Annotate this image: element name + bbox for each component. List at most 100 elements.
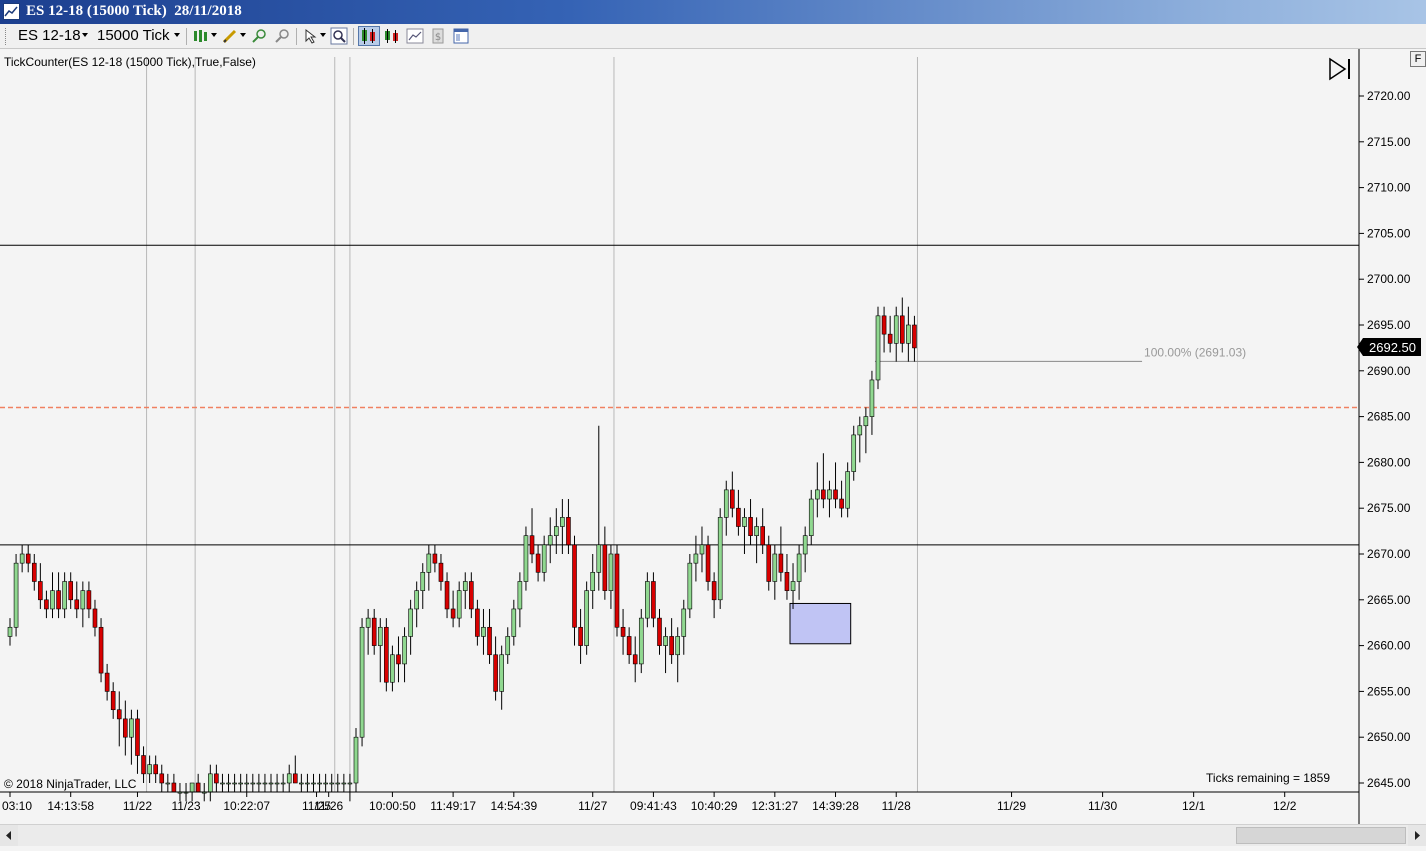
scroll-right-button[interactable] bbox=[1408, 825, 1426, 846]
time-tick-label: 12/1 bbox=[1182, 799, 1206, 813]
candle-body bbox=[38, 581, 43, 601]
line-chart-icon[interactable] bbox=[406, 27, 424, 45]
price-tick-label: 2685.00 bbox=[1367, 410, 1411, 424]
candle-body bbox=[92, 608, 98, 628]
price-tick-label: 2710.00 bbox=[1367, 181, 1411, 195]
candle-body bbox=[110, 691, 116, 711]
candle-body bbox=[432, 553, 438, 564]
candle-body bbox=[311, 782, 316, 785]
price-tick-label: 2675.00 bbox=[1367, 501, 1411, 515]
time-tick-label: 11/29 bbox=[997, 799, 1026, 813]
data-box-icon[interactable]: $ bbox=[429, 27, 447, 45]
candle-body bbox=[292, 773, 298, 784]
candle-body bbox=[717, 517, 723, 601]
candle-body bbox=[863, 416, 869, 427]
candle-body bbox=[13, 562, 19, 628]
interval-selector[interactable]: 15000 Tick bbox=[97, 27, 170, 44]
time-tick-label: 11/23 bbox=[171, 799, 200, 813]
candle-body bbox=[426, 553, 432, 573]
chevron-down-icon[interactable] bbox=[211, 33, 217, 37]
candle-body bbox=[214, 773, 219, 784]
candle-body bbox=[25, 553, 31, 564]
last-price-label: 2692.50 bbox=[1369, 340, 1416, 355]
time-tick-label: 14:54:39 bbox=[490, 799, 537, 813]
properties-icon[interactable] bbox=[452, 27, 470, 45]
candle-body bbox=[165, 782, 171, 785]
candle-body bbox=[632, 654, 638, 665]
panel-toggle-button[interactable]: F bbox=[1410, 51, 1426, 67]
toolbar-grip[interactable] bbox=[5, 28, 9, 45]
search-icon[interactable] bbox=[330, 27, 348, 45]
candle-body bbox=[620, 626, 626, 637]
candle-body bbox=[262, 782, 268, 785]
zoom-out-icon[interactable] bbox=[273, 27, 291, 45]
toolbar-separator bbox=[186, 28, 187, 45]
candle-body bbox=[505, 636, 511, 656]
candle-body bbox=[195, 782, 201, 793]
candle-body bbox=[553, 526, 559, 536]
candle-body bbox=[560, 517, 565, 527]
candle-body bbox=[323, 782, 328, 785]
candlestick-icon[interactable] bbox=[383, 27, 401, 45]
candle-body bbox=[396, 654, 401, 665]
rectangle-drawing[interactable] bbox=[789, 602, 852, 645]
scrollbar-thumb[interactable] bbox=[1236, 827, 1406, 844]
candle-body bbox=[286, 773, 292, 784]
candle-body bbox=[44, 599, 49, 610]
candle-body bbox=[893, 315, 899, 344]
candle-body bbox=[159, 773, 165, 784]
scroll-left-button[interactable] bbox=[0, 825, 18, 846]
chevron-down-icon[interactable] bbox=[82, 33, 88, 37]
bars-type-icon[interactable] bbox=[192, 27, 210, 45]
candle-body bbox=[541, 544, 547, 573]
price-tick-label: 2665.00 bbox=[1367, 593, 1411, 607]
candle-body bbox=[438, 562, 444, 582]
highlight-rectangle[interactable] bbox=[789, 602, 852, 645]
chevron-down-icon[interactable] bbox=[174, 33, 180, 37]
price-tick-label: 2690.00 bbox=[1367, 364, 1411, 378]
price-tick-label: 2655.00 bbox=[1367, 684, 1411, 698]
candle-body bbox=[535, 553, 541, 573]
candle-body bbox=[74, 599, 80, 610]
zoom-in-icon[interactable] bbox=[250, 27, 268, 45]
horizontal-scrollbar[interactable] bbox=[0, 824, 1426, 846]
indicator-label: TickCounter(ES 12-18 (15000 Tick),True,F… bbox=[4, 55, 256, 69]
candle-body bbox=[742, 517, 747, 527]
candle-body bbox=[135, 718, 140, 756]
candle bbox=[98, 618, 104, 683]
candle-body bbox=[566, 517, 571, 546]
candle-body bbox=[408, 608, 413, 637]
candle-body bbox=[675, 636, 681, 656]
candle-body bbox=[256, 782, 262, 785]
candle bbox=[875, 306, 881, 390]
candle bbox=[687, 554, 693, 619]
candle-body bbox=[547, 535, 553, 546]
candle-body bbox=[450, 608, 456, 619]
candle-body bbox=[50, 590, 55, 610]
cursor-pointer-icon[interactable] bbox=[302, 27, 320, 45]
last-price-marker: 2692.50 bbox=[1357, 338, 1421, 356]
candle-body bbox=[517, 581, 523, 610]
chevron-down-icon[interactable] bbox=[240, 33, 246, 37]
candle-body bbox=[766, 544, 772, 582]
candle-body bbox=[268, 782, 274, 785]
candle-body bbox=[815, 489, 820, 500]
chevron-down-icon[interactable] bbox=[320, 33, 326, 37]
candle-body bbox=[899, 315, 905, 344]
drawing-pencil-icon[interactable] bbox=[221, 27, 239, 45]
candle-body bbox=[238, 782, 243, 785]
time-tick-label: 11/30 bbox=[1088, 799, 1117, 813]
candle-body bbox=[748, 517, 753, 536]
instrument-selector[interactable]: ES 12-18 bbox=[18, 27, 81, 44]
candle-body bbox=[827, 489, 832, 500]
bar-chart-toggle-icon[interactable] bbox=[358, 26, 380, 46]
candle-body bbox=[584, 590, 589, 646]
candle-body bbox=[147, 764, 152, 775]
chart-toolbar: ES 12-18 15000 Tick $ bbox=[0, 24, 1426, 49]
price-chart[interactable]: 100.00% (2691.03) 2720.00 2715.00 2710.00 2… bbox=[0, 49, 1426, 824]
candle-body bbox=[341, 782, 347, 785]
candle-body bbox=[602, 544, 608, 591]
candle-body bbox=[845, 471, 850, 509]
candle-body bbox=[98, 626, 104, 674]
price-tick-label: 2715.00 bbox=[1367, 135, 1411, 149]
